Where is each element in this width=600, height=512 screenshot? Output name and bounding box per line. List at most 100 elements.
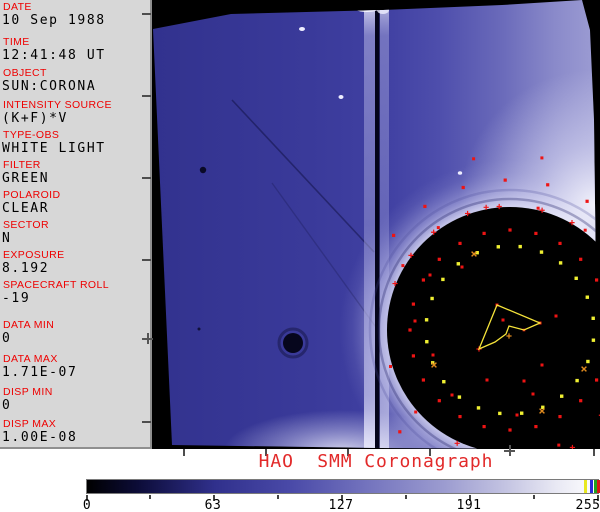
calibration-dot: [585, 199, 589, 203]
calibration-dot: [579, 399, 583, 403]
calibration-dot: [421, 278, 425, 282]
calibration-dot: [531, 392, 535, 396]
field-value-spacecraft-roll: -19: [2, 291, 31, 306]
calibration-dot: [534, 231, 538, 235]
field-value-data-max: 1.71E-07: [2, 365, 78, 380]
calibration-dot: [424, 318, 429, 322]
colorbar-tick: [277, 495, 279, 499]
field-label-data-min: DATA MIN: [3, 319, 55, 331]
calibration-dot: [586, 359, 590, 364]
calibration-dot: [413, 319, 417, 323]
colorbar-gradient: [86, 479, 600, 494]
calibration-dot: [411, 302, 415, 306]
calibration-dot: [522, 379, 526, 383]
field-label-date: DATE: [3, 1, 32, 13]
calibration-dot: [503, 178, 507, 182]
calibration-dot: [450, 393, 454, 397]
field-value-intensity-source: (K+F)*V: [2, 111, 68, 126]
calibration-dot: [574, 276, 578, 280]
field-value-sector: N: [2, 231, 12, 246]
colorbar-glitch-yellow: [584, 480, 587, 493]
calibration-dot: [583, 228, 587, 232]
calibration-dot: [595, 278, 599, 282]
calibration-dot: [425, 340, 429, 344]
field-value-filter: GREEN: [2, 171, 50, 186]
app-window: DATE 10 Sep 1988 TIME 12:41:48 UT OBJECT SUN:…: [0, 0, 600, 512]
calibration-dot: [508, 228, 512, 232]
calibration-dot: [392, 233, 396, 237]
calibration-dot: [591, 338, 596, 342]
calibration-dot: [536, 206, 540, 210]
calibration-dot: [456, 262, 460, 266]
calibration-dot: [458, 241, 462, 245]
calibration-dot: [534, 425, 538, 429]
calibration-dot: [554, 314, 558, 318]
coronagraph-canvas: [153, 0, 600, 449]
colorbar-label-0: 0: [82, 498, 92, 512]
calibration-dot: [430, 296, 434, 301]
axis-tick-left: [142, 259, 151, 261]
field-label-intensity-source: INTENSITY SOURCE: [3, 99, 112, 111]
calibration-dot: [476, 406, 481, 410]
calibration-dot: [457, 395, 462, 399]
field-label-spacecraft-roll: SPACECRAFT ROLL: [3, 279, 109, 291]
field-value-date: 10 Sep 1988: [2, 13, 106, 28]
field-value-data-min: 0: [2, 331, 12, 346]
calibration-dot: [460, 265, 464, 269]
calibration-dot: [461, 185, 465, 190]
field-value-exposure: 8.192: [2, 261, 50, 276]
calibration-dot: [428, 273, 432, 277]
field-value-disp-min: 0: [2, 398, 12, 413]
calibration-dot: [485, 378, 489, 382]
calibration-dot: [423, 204, 427, 208]
field-label-polaroid: POLAROID: [3, 189, 61, 201]
field-value-time: 12:41:48 UT: [2, 48, 106, 63]
calibration-dot: [575, 378, 579, 383]
calibration-dot: [508, 428, 512, 432]
metadata-panel: DATE 10 Sep 1988 TIME 12:41:48 UT OBJECT SUN:…: [0, 0, 152, 449]
axis-tick-left: [142, 13, 151, 15]
image-title: HAO SMM Coronagraph: [258, 451, 494, 472]
field-label-data-max: DATA MAX: [3, 353, 58, 365]
colorbar-tick: [405, 495, 407, 499]
calibration-dot: [441, 277, 445, 282]
calibration-dot: [579, 257, 583, 261]
calibration-dot: [496, 245, 500, 249]
colorbar-label-255: 255: [575, 498, 600, 512]
calibration-dot: [414, 410, 418, 414]
colorbar-label-127: 127: [328, 498, 354, 512]
field-label-disp-min: DISP MIN: [3, 386, 53, 398]
axis-tick-left: [142, 177, 151, 179]
calibration-dot: [472, 157, 476, 161]
calibration-dot: [515, 413, 519, 417]
calibration-dot: [540, 363, 544, 367]
calibration-dot: [546, 183, 550, 187]
field-label-disp-max: DISP MAX: [3, 418, 57, 430]
calibration-dot: [558, 415, 562, 419]
field-label-filter: FILTER: [3, 159, 41, 171]
calibration-dot: [558, 241, 562, 245]
field-label-type-obs: TYPE-OBS: [3, 129, 60, 141]
coronagraph-image: [152, 0, 600, 449]
calibration-dot: [458, 415, 462, 419]
calibration-dot: [411, 354, 415, 358]
field-label-object: OBJECT: [3, 67, 47, 79]
colorbar-label-191: 191: [456, 498, 482, 512]
calibration-dot: [595, 378, 599, 382]
calibration-dot: [498, 411, 502, 416]
field-value-disp-max: 1.00E-08: [2, 430, 78, 445]
colorbar-tick: [149, 495, 151, 499]
field-value-object: SUN:CORONA: [2, 79, 97, 94]
field-label-time: TIME: [3, 36, 30, 48]
calibration-dot: [401, 264, 405, 268]
field-label-exposure: EXPOSURE: [3, 249, 65, 261]
calibration-dot: [560, 394, 564, 398]
calibration-dot: [437, 257, 441, 261]
calibration-dot: [518, 244, 522, 249]
colorbar-label-63: 63: [204, 498, 222, 512]
calibration-dot: [585, 295, 589, 299]
field-value-type-obs: WHITE LIGHT: [2, 141, 106, 156]
calibration-dot: [557, 443, 561, 447]
calibration-dot: [408, 328, 412, 332]
calibration-dot: [389, 365, 392, 368]
